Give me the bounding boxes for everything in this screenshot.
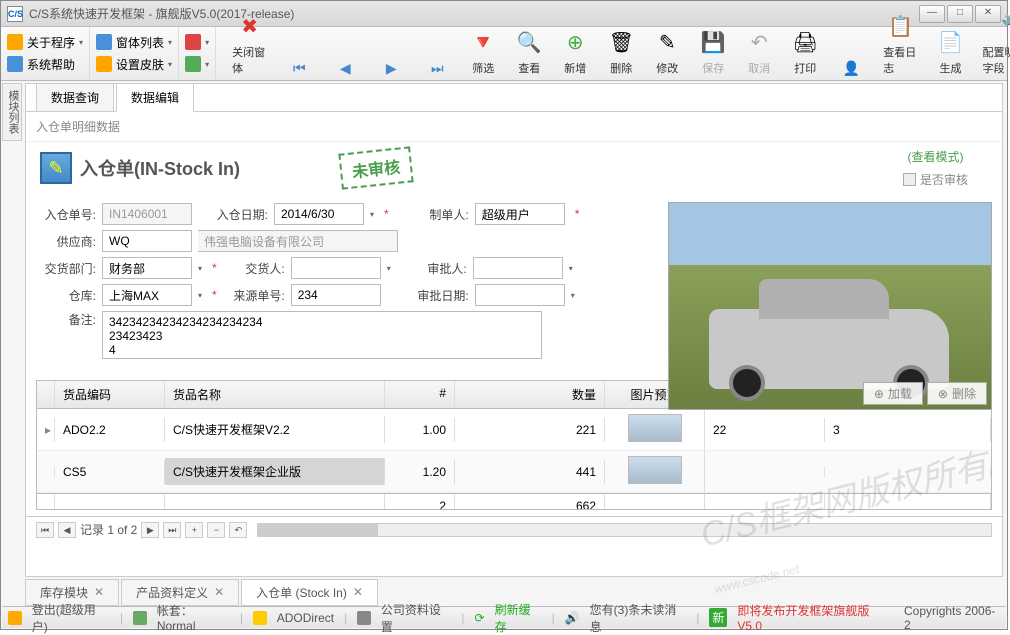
menubar: 关于程序▾ 系统帮助 窗体列表▾ 设置皮肤▾ ▾ ▾ ✖关闭窗体 ⏮ ◀ ▶ ⏭… <box>1 27 1007 81</box>
refresh-icon: ⟳ <box>475 611 485 625</box>
close-icon[interactable]: ✕ <box>214 585 224 599</box>
input-wh[interactable] <box>102 284 192 306</box>
news-badge: 新 <box>709 608 727 627</box>
table-row[interactable]: CS5 C/S快速开发框架企业版 1.20 441 <box>37 451 991 493</box>
plus-icon: ⊕ <box>874 387 884 401</box>
tool-log[interactable]: 📋查看日志 <box>877 8 924 78</box>
status-news[interactable]: 即将发布开发框架旗舰版 V5.0 <box>737 602 894 633</box>
input-dept[interactable] <box>102 257 192 279</box>
menu-color[interactable]: ▾ <box>181 53 213 75</box>
tab-edit[interactable]: 数据编辑 <box>116 83 194 112</box>
x-icon: ⊗ <box>938 387 948 401</box>
menu-about[interactable]: 关于程序▾ <box>3 31 87 53</box>
page-first[interactable]: ⏮ <box>36 522 54 538</box>
tool-edit[interactable]: ✎修改 <box>647 24 687 78</box>
input-appdate[interactable] <box>475 284 565 306</box>
menu-flag[interactable]: ▾ <box>181 31 213 53</box>
image-delete-button[interactable]: ⊗删除 <box>927 382 987 405</box>
input-srcno[interactable] <box>291 284 381 306</box>
form-icon: ✎ <box>40 152 72 184</box>
tool-close[interactable]: ✖关闭窗体 <box>226 8 273 78</box>
h-scrollbar[interactable] <box>257 523 992 537</box>
tool-print[interactable]: 🖨打印 <box>785 24 825 78</box>
tool-user[interactable]: 👤 <box>831 58 871 78</box>
page-undo[interactable]: ↶ <box>229 522 247 538</box>
input-supplier-name <box>198 230 398 252</box>
bolt-icon <box>253 611 267 625</box>
input-creator[interactable] <box>475 203 565 225</box>
page-add[interactable]: + <box>185 522 203 538</box>
tool-cancel[interactable]: ↶取消 <box>739 24 779 78</box>
input-remark[interactable] <box>102 311 542 359</box>
tool-filter[interactable]: 🔻筛选 <box>463 24 503 78</box>
menu-winlist[interactable]: 窗体列表▾ <box>92 31 176 53</box>
input-supplier-code[interactable] <box>102 230 192 252</box>
statusbar: 登出(超级用户)| 帐套：Normal| ADODirect| 公司资料设置| … <box>2 606 1006 628</box>
menu-help[interactable]: 系统帮助 <box>3 53 87 75</box>
table-row[interactable]: ▸ ADO2.2 C/S快速开发框架V2.2 1.00 221 22 3 <box>37 409 991 451</box>
page-prev[interactable]: ◀ <box>58 522 76 538</box>
maximize-button[interactable]: □ <box>947 5 973 23</box>
sum-qty: 662 <box>455 494 605 510</box>
nav-first[interactable]: ⏮ <box>279 58 319 78</box>
user-icon <box>8 611 22 625</box>
gear-icon <box>357 611 371 625</box>
menu-skin[interactable]: 设置皮肤▾ <box>92 53 176 75</box>
thumb-image <box>628 414 682 442</box>
form-title: 入仓单(IN-Stock In) <box>80 155 240 181</box>
image-load-button[interactable]: ⊕加载 <box>863 382 923 405</box>
input-approver[interactable] <box>473 257 563 279</box>
tool-add[interactable]: ⊕新增 <box>555 24 595 78</box>
speaker-icon: 🔊 <box>565 611 580 625</box>
nav-next[interactable]: ▶ <box>371 58 411 78</box>
input-date[interactable] <box>274 203 364 225</box>
thumb-image <box>628 456 682 484</box>
close-icon[interactable]: ✕ <box>353 585 363 599</box>
tool-gen[interactable]: 📄生成 <box>930 24 970 78</box>
audit-checkbox[interactable] <box>903 173 916 186</box>
side-tab-modules[interactable]: 模块列表 <box>2 83 22 141</box>
page-del[interactable]: − <box>207 522 225 538</box>
sum-sharp: 2 <box>385 494 455 510</box>
status-msg[interactable]: 您有(3)条未读消息 <box>590 601 687 635</box>
status-refresh[interactable]: 刷新缓存 <box>495 601 542 635</box>
nav-last[interactable]: ⏭ <box>417 58 457 78</box>
titlebar: C/S C/S系统快速开发框架 - 旗舰版V5.0(2017-release) … <box>1 1 1007 27</box>
image-preview: ⊕加载 ⊗删除 <box>668 202 992 410</box>
panel-subtitle: 入仓单明细数据 <box>26 112 1002 142</box>
mode-label: (查看模式) <box>903 148 968 165</box>
status-login[interactable]: 登出(超级用户) <box>32 601 110 635</box>
input-deliverer[interactable] <box>291 257 381 279</box>
tool-view[interactable]: 🔍查看 <box>509 24 549 78</box>
tool-del[interactable]: 🗑删除 <box>601 24 641 78</box>
audit-stamp: 未审核 <box>338 146 413 189</box>
pager: ⏮ ◀ 记录 1 of 2 ▶ ⏭ + − ↶ <box>26 516 1002 542</box>
nav-prev[interactable]: ◀ <box>325 58 365 78</box>
content-panel: 数据查询 数据编辑 入仓单明细数据 ✎ 入仓单(IN-Stock In) 未审核… <box>25 83 1003 577</box>
tab-query[interactable]: 数据查询 <box>36 83 114 111</box>
db-icon <box>133 611 147 625</box>
page-next[interactable]: ▶ <box>141 522 159 538</box>
copyright: Copyrights 2006-2 <box>904 604 1000 632</box>
input-no[interactable] <box>102 203 192 225</box>
tool-save[interactable]: 💾保存 <box>693 24 733 78</box>
tool-cfg[interactable]: 🔧配置明细表字段 <box>976 8 1010 78</box>
status-company[interactable]: 公司资料设置 <box>381 601 451 635</box>
btab-stockin[interactable]: 入仓单 (Stock In)✕ <box>241 579 378 606</box>
app-icon: C/S <box>7 6 23 22</box>
page-last[interactable]: ⏭ <box>163 522 181 538</box>
close-icon[interactable]: ✕ <box>94 585 104 599</box>
